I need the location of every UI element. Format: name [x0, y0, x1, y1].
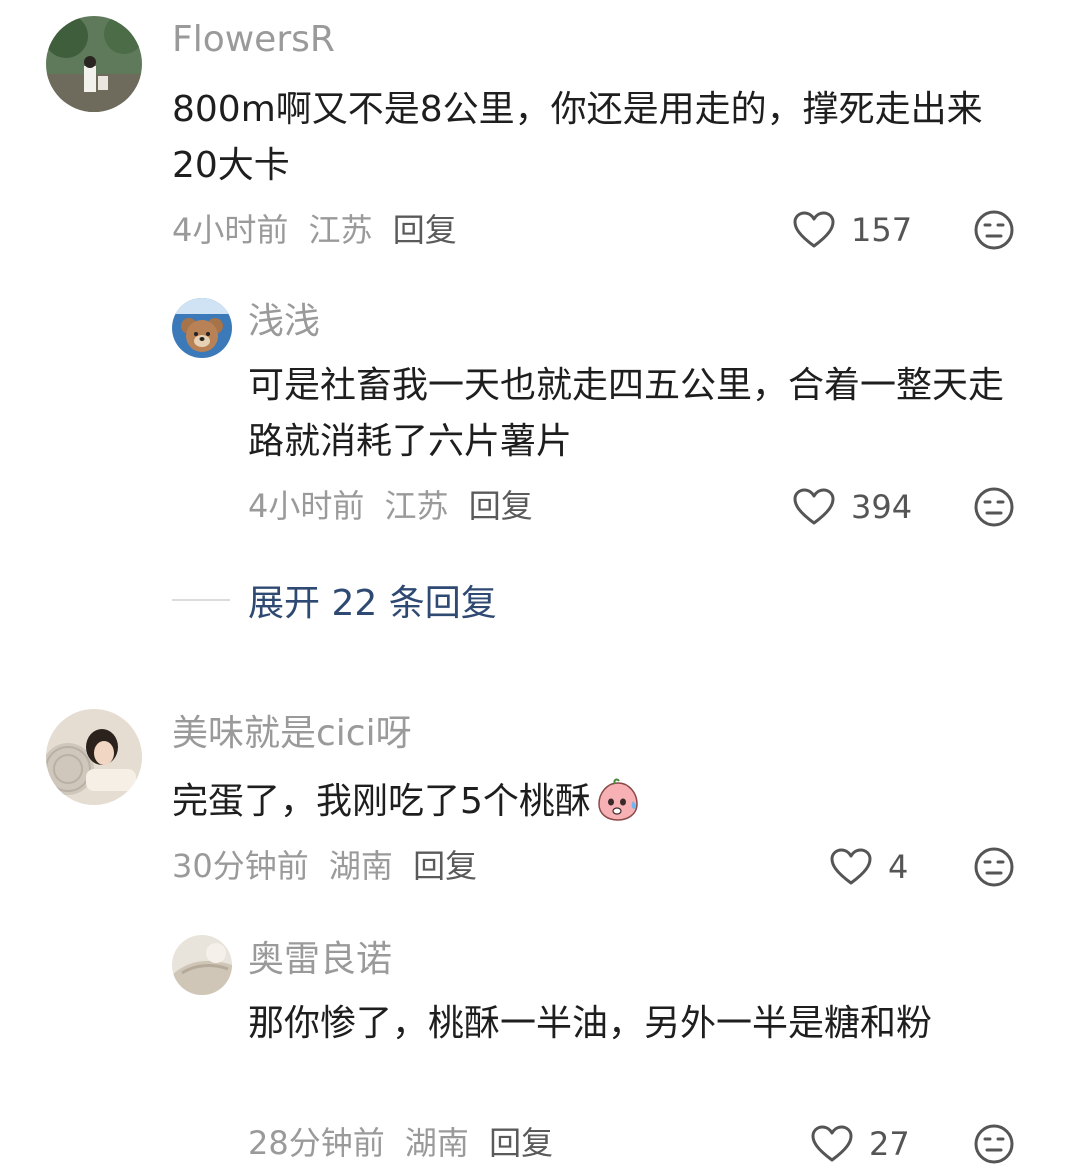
like-button[interactable]: 394: [793, 485, 912, 529]
comment-text: 800m啊又不是8公里，你还是用走的，撑死走出来20大卡: [172, 89, 983, 186]
expand-replies-button[interactable]: 展开 22 条回复: [172, 578, 497, 624]
avatar-photo-icon: [46, 709, 142, 805]
like-count: 394: [851, 488, 913, 526]
expand-replies-label: 展开 22 条回复: [248, 583, 497, 624]
avatar[interactable]: [172, 935, 232, 995]
sweat-peach-emoji: [598, 778, 638, 821]
comment-meta: 30分钟前 湖南 回复: [172, 846, 487, 886]
username[interactable]: 浅浅: [248, 300, 320, 344]
comment-text: 可是社畜我一天也就走四五公里，合着一整天走路就消耗了六片薯片: [248, 365, 1005, 462]
avatar-bear-icon: [172, 298, 232, 358]
dislike-button[interactable]: [973, 1123, 1015, 1165]
heart-outline-icon: [811, 1125, 853, 1162]
divider-line: [172, 599, 230, 601]
meh-face-icon: [974, 210, 1014, 250]
reply-button[interactable]: 回复: [489, 1124, 553, 1162]
meh-face-icon: [974, 1124, 1014, 1164]
timestamp: 4小时前: [172, 211, 289, 249]
comment-meta: 28分钟前 湖南 回复: [248, 1123, 563, 1163]
avatar-photo-icon: [46, 16, 142, 112]
location: 湖南: [404, 1124, 469, 1162]
meh-face-icon: [974, 487, 1014, 527]
reply-button[interactable]: 回复: [413, 847, 477, 885]
like-count: 157: [851, 211, 913, 249]
comment-text-body: 完蛋了，我刚吃了5个桃酥: [172, 781, 591, 822]
timestamp: 4小时前: [248, 487, 365, 525]
location: 江苏: [308, 211, 373, 249]
comment-meta: 4小时前 江苏 回复: [172, 210, 467, 250]
reply-button[interactable]: 回复: [393, 211, 457, 249]
dislike-button[interactable]: [973, 846, 1015, 888]
comment-meta: 4小时前 江苏 回复: [248, 486, 543, 526]
location: 湖南: [328, 847, 393, 885]
heart-outline-icon: [793, 211, 835, 248]
comment-text: 完蛋了，我刚吃了5个桃酥: [172, 774, 1022, 830]
heart-outline-icon: [793, 488, 835, 525]
like-count: 4: [888, 848, 909, 886]
heart-outline-icon: [830, 848, 872, 885]
comment-text: 那你惨了，桃酥一半油，另外一半是糖和粉: [248, 1003, 933, 1044]
timestamp: 30分钟前: [172, 847, 309, 885]
avatar[interactable]: [46, 16, 142, 112]
username[interactable]: 美味就是cici呀: [172, 712, 412, 756]
avatar-photo-icon: [172, 935, 232, 995]
reply-button[interactable]: 回复: [469, 487, 533, 525]
username[interactable]: 奥雷良诺: [248, 938, 392, 982]
like-button[interactable]: 4: [830, 845, 908, 889]
avatar[interactable]: [172, 298, 232, 358]
like-button[interactable]: 27: [811, 1122, 910, 1166]
comments-page: FlowersR 800m啊又不是8公里，你还是用走的，撑死走出来20大卡 4小…: [0, 0, 1080, 1173]
meh-face-icon: [974, 847, 1014, 887]
location: 江苏: [384, 487, 449, 525]
like-count: 27: [869, 1125, 910, 1163]
like-button[interactable]: 157: [793, 208, 912, 252]
timestamp: 28分钟前: [248, 1124, 385, 1162]
dislike-button[interactable]: [973, 209, 1015, 251]
username[interactable]: FlowersR: [172, 18, 335, 62]
avatar[interactable]: [46, 709, 142, 805]
dislike-button[interactable]: [973, 486, 1015, 528]
